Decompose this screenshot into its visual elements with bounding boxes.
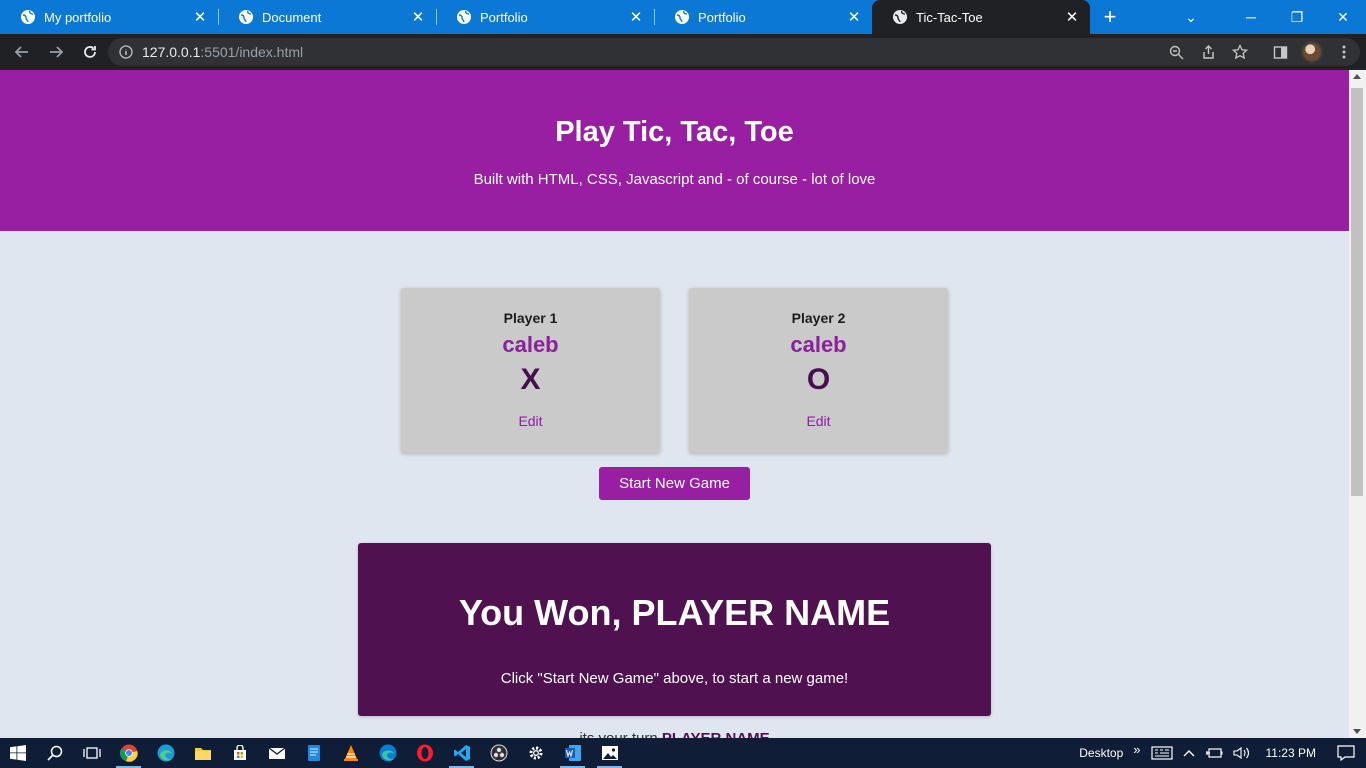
player-symbol: O bbox=[806, 363, 831, 396]
toolbar-right-icons bbox=[1160, 38, 1360, 66]
system-tray: Desktop » 11:23 PM bbox=[1074, 738, 1366, 768]
tab-title: Portfolio bbox=[698, 9, 746, 25]
url-path: :5501/index.html bbox=[200, 44, 304, 60]
page-viewport: Play Tic, Tac, Toe Built with HTML, CSS,… bbox=[0, 70, 1349, 738]
page-scrollbar[interactable] bbox=[1349, 70, 1366, 738]
taskbar-clock[interactable]: 11:23 PM bbox=[1256, 738, 1326, 768]
tab-close-icon[interactable]: ✕ bbox=[192, 9, 208, 26]
window-controls: ⌄ ─ ❐ ✕ bbox=[1168, 0, 1366, 34]
scroll-down-arrow-icon[interactable] bbox=[1353, 729, 1361, 734]
start-icon[interactable] bbox=[0, 738, 36, 768]
vlc-icon[interactable] bbox=[332, 738, 369, 768]
profile-avatar[interactable] bbox=[1296, 38, 1328, 66]
edit-player-1-button[interactable]: Edit bbox=[518, 413, 542, 429]
side-panel-icon[interactable] bbox=[1264, 38, 1296, 66]
back-arrow-icon[interactable] bbox=[6, 38, 38, 66]
player-label: Player 2 bbox=[791, 310, 846, 326]
zoom-icon[interactable] bbox=[1160, 38, 1192, 66]
tab-search-icon[interactable]: ⌄ bbox=[1168, 0, 1214, 34]
page-title: Play Tic, Tac, Toe bbox=[555, 116, 794, 148]
tab-title: My portfolio bbox=[44, 9, 112, 25]
restore-icon[interactable]: ❐ bbox=[1274, 0, 1320, 34]
battery-plug-icon[interactable] bbox=[1200, 738, 1228, 768]
edit-player-2-button[interactable]: Edit bbox=[806, 413, 830, 429]
player-1-card: Player 1 caleb X Edit bbox=[401, 288, 660, 453]
new-tab-button[interactable]: + bbox=[1090, 0, 1130, 34]
avatar bbox=[1301, 41, 1323, 63]
player-name: caleb bbox=[790, 332, 847, 357]
forward-arrow-icon[interactable] bbox=[40, 38, 72, 66]
chevron-up-icon[interactable] bbox=[1178, 738, 1200, 768]
menu-kebab-icon[interactable] bbox=[1328, 38, 1360, 66]
chevron-double-right-icon[interactable]: » bbox=[1128, 734, 1145, 764]
url-host: 127.0.0.1 bbox=[142, 44, 201, 60]
scrollbar-thumb[interactable] bbox=[1351, 88, 1363, 496]
store-icon[interactable] bbox=[221, 738, 258, 768]
tab-close-icon[interactable]: ✕ bbox=[846, 9, 862, 26]
file-explorer-icon[interactable] bbox=[184, 738, 221, 768]
browser-tab[interactable]: My portfolio ✕ bbox=[0, 0, 218, 34]
game-over-title: You Won, PLAYER NAME bbox=[458, 592, 891, 633]
vscode-icon[interactable] bbox=[443, 738, 480, 768]
windows-taskbar: Desktop » 11:23 PM bbox=[0, 738, 1366, 768]
search-icon[interactable] bbox=[36, 738, 73, 768]
player-symbol: X bbox=[520, 363, 541, 396]
tab-title: Document bbox=[262, 9, 322, 25]
globe-icon bbox=[893, 10, 907, 24]
minimize-icon[interactable]: ─ bbox=[1228, 0, 1274, 34]
game-over-message: Click "Start New Game" above, to start a… bbox=[500, 670, 849, 687]
address-bar[interactable]: 127.0.0.1:5501/index.html bbox=[108, 38, 1360, 66]
globe-icon bbox=[239, 10, 253, 24]
browser-tab[interactable]: Portfolio ✕ bbox=[436, 0, 654, 34]
turn-indicator: its your turn PLAYER NAME bbox=[0, 730, 1349, 738]
tab-close-icon[interactable]: ✕ bbox=[1064, 9, 1080, 26]
player-name: caleb bbox=[502, 332, 559, 357]
scroll-up-arrow-icon[interactable] bbox=[1353, 74, 1361, 79]
reload-icon[interactable] bbox=[74, 38, 106, 66]
tab-title: Portfolio bbox=[480, 9, 528, 25]
tab-close-icon[interactable]: ✕ bbox=[628, 9, 644, 26]
start-new-game-button[interactable]: Start New Game bbox=[599, 467, 750, 500]
globe-icon bbox=[457, 10, 471, 24]
browser-tab-strip: My portfolio ✕ Document ✕ Portfolio ✕ Po… bbox=[0, 0, 1366, 34]
browser-tab[interactable]: Portfolio ✕ bbox=[654, 0, 872, 34]
globe-icon bbox=[675, 10, 689, 24]
close-window-icon[interactable]: ✕ bbox=[1320, 0, 1366, 34]
site-info-icon[interactable] bbox=[118, 44, 134, 60]
edge-icon[interactable] bbox=[147, 738, 184, 768]
keyboard-layout-icon[interactable] bbox=[1146, 738, 1178, 768]
notification-icon[interactable] bbox=[1326, 738, 1366, 768]
opera-icon[interactable] bbox=[406, 738, 443, 768]
volume-icon[interactable] bbox=[1228, 738, 1256, 768]
desktop-toolbar-label[interactable]: Desktop bbox=[1074, 738, 1128, 768]
turn-prefix: its your turn bbox=[579, 730, 662, 738]
game-over-panel: You Won, PLAYER NAME Click "Start New Ga… bbox=[358, 543, 991, 716]
globe-icon bbox=[21, 10, 35, 24]
page-header: Play Tic, Tac, Toe Built with HTML, CSS,… bbox=[0, 70, 1349, 231]
file-icon[interactable] bbox=[295, 738, 332, 768]
mail-icon[interactable] bbox=[258, 738, 295, 768]
chrome-icon[interactable] bbox=[110, 738, 147, 768]
tab-title: Tic-Tac-Toe bbox=[916, 9, 983, 25]
obs-icon[interactable] bbox=[480, 738, 517, 768]
url-text[interactable]: 127.0.0.1:5501/index.html bbox=[142, 44, 303, 60]
browser-toolbar: 127.0.0.1:5501/index.html bbox=[0, 34, 1366, 70]
task-view-icon[interactable] bbox=[73, 738, 110, 768]
browser-tab[interactable]: Document ✕ bbox=[218, 0, 436, 34]
active-player-name: PLAYER NAME bbox=[662, 730, 770, 738]
browser-tab-active[interactable]: Tic-Tac-Toe ✕ bbox=[872, 0, 1090, 34]
share-icon[interactable] bbox=[1192, 38, 1224, 66]
edge-beta-icon[interactable] bbox=[369, 738, 406, 768]
photos-icon[interactable] bbox=[591, 738, 628, 768]
player-label: Player 1 bbox=[503, 310, 558, 326]
player-2-card: Player 2 caleb O Edit bbox=[689, 288, 948, 453]
page-subtitle: Built with HTML, CSS, Javascript and - o… bbox=[473, 171, 876, 188]
settings-icon[interactable] bbox=[517, 738, 554, 768]
word-icon[interactable] bbox=[554, 738, 591, 768]
bookmark-star-icon[interactable] bbox=[1224, 38, 1256, 66]
tab-close-icon[interactable]: ✕ bbox=[410, 9, 426, 26]
